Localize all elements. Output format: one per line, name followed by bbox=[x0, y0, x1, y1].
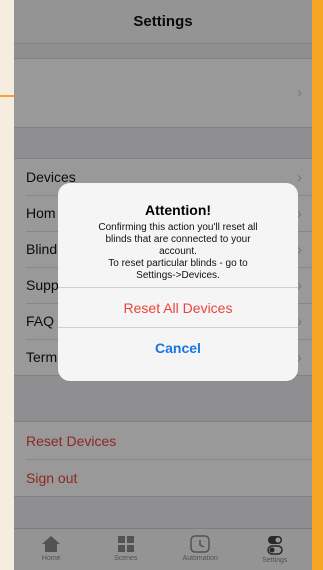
right-frame bbox=[312, 0, 323, 570]
phone-screen: Settings › Devices › Hom › Blind › Supp … bbox=[14, 0, 312, 570]
accent-line bbox=[0, 95, 14, 97]
reset-all-devices-button[interactable]: Reset All Devices bbox=[58, 287, 298, 328]
left-frame bbox=[0, 0, 14, 570]
alert-message: Confirming this action you'll reset all … bbox=[98, 222, 258, 281]
alert-title: Attention! bbox=[144, 202, 212, 218]
cancel-button[interactable]: Cancel bbox=[58, 327, 298, 368]
attention-alert: Attention! Confirming this action you'll… bbox=[58, 183, 298, 381]
